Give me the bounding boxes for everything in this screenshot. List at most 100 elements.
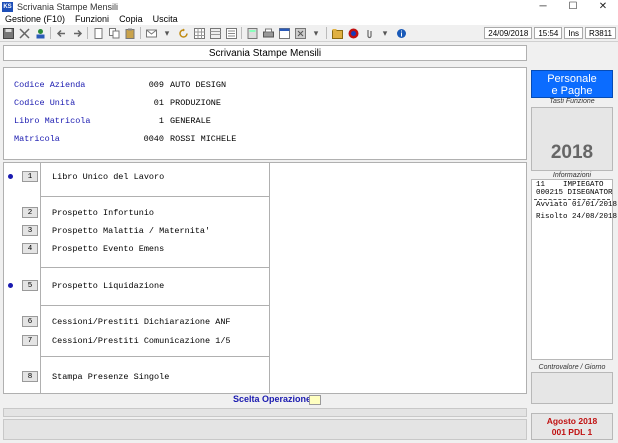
option-label: Stampa Presenze Singole xyxy=(52,372,170,382)
status-time: 15:54 xyxy=(534,27,563,39)
menu-option-6[interactable]: 6 Cessioni/Prestiti Dichiarazione ANF xyxy=(4,315,270,329)
option-number[interactable]: 1 xyxy=(22,171,38,182)
menu-bar: Gestione (F10) Funzioni Copia Uscita xyxy=(0,13,618,25)
menu-copia[interactable]: Copia xyxy=(119,14,143,24)
info-code: 0040 xyxy=(143,134,164,144)
employee-category: 11 IMPIEGATO xyxy=(536,181,604,189)
page-title: Scrivania Stampe Mensili xyxy=(3,45,527,61)
info-value: AUTO DESIGN xyxy=(170,80,227,90)
operations-menu: 1 Libro Unico del Lavoro 2 Prospetto Inf… xyxy=(3,162,527,395)
window-icon[interactable] xyxy=(278,27,290,39)
option-number[interactable]: 4 xyxy=(22,243,38,254)
grid-icon[interactable] xyxy=(193,27,205,39)
info-value: ROSSI MICHELE xyxy=(170,134,237,144)
menu-option-4[interactable]: 4 Prospetto Evento Emens xyxy=(4,242,270,256)
info-code: 01 xyxy=(153,98,164,108)
menu-uscita[interactable]: Uscita xyxy=(153,14,178,24)
more-dropdown-icon[interactable]: ▾ xyxy=(379,27,391,39)
info-value: GENERALE xyxy=(170,116,211,126)
info-code: 1 xyxy=(158,116,164,126)
termination-date: Risolto 24/08/2018 xyxy=(536,213,618,221)
tools-icon[interactable] xyxy=(294,27,306,39)
calendar-caption: Controvalore / Giorno xyxy=(538,364,606,371)
arrow-right-icon[interactable] xyxy=(71,27,83,39)
brand-badge: Personale e Paghe xyxy=(531,70,613,98)
option-number[interactable]: 8 xyxy=(22,371,38,382)
brand-line-1: Personale xyxy=(547,73,597,85)
calculator-icon[interactable] xyxy=(246,27,258,39)
folder-icon[interactable] xyxy=(331,27,343,39)
close-button[interactable]: ✕ xyxy=(588,0,618,13)
attach-icon[interactable] xyxy=(363,27,375,39)
info-label: Codice Unità xyxy=(14,98,76,108)
copy-icon[interactable] xyxy=(108,27,120,39)
info-row-unita: Codice Unità 01 PRODUZIONE xyxy=(14,98,221,110)
option-label: Prospetto Malattia / Maternita' xyxy=(52,226,211,236)
help-icon[interactable] xyxy=(347,27,359,39)
calendar-panel xyxy=(531,372,613,404)
cancel-icon[interactable] xyxy=(18,27,30,39)
info-icon[interactable] xyxy=(395,27,407,39)
status-date: 24/09/2018 xyxy=(484,27,533,39)
period-code: 001 PDL 1 xyxy=(551,427,593,437)
app-logo-icon: KS xyxy=(2,1,13,12)
paste-icon[interactable] xyxy=(124,27,136,39)
brand-line-2: e Paghe xyxy=(551,85,593,97)
menu-gestione[interactable]: Gestione (F10) xyxy=(5,14,65,24)
info-value: PRODUZIONE xyxy=(170,98,222,108)
status-bar xyxy=(3,419,527,440)
option-number[interactable]: 2 xyxy=(22,207,38,218)
print-icon[interactable] xyxy=(262,27,274,39)
dropdown-arrow-icon[interactable]: ▾ xyxy=(161,27,173,39)
option-number[interactable]: 7 xyxy=(22,335,38,346)
menu-option-2[interactable]: 2 Prospetto Infortunio xyxy=(4,206,270,220)
info-label: Libro Matricola xyxy=(14,116,91,126)
option-number[interactable]: 5 xyxy=(22,280,38,291)
toolbar: ▾ ▾ ▾ 24/09/2018 15:54 Ins R3811 xyxy=(0,25,618,42)
year-display: 2018 xyxy=(531,107,613,171)
menu-funzioni[interactable]: Funzioni xyxy=(75,14,109,24)
status-mode: Ins xyxy=(564,27,584,39)
employee-info-panel: Codice Azienda 009 AUTO DESIGN Codice Un… xyxy=(3,67,527,160)
title-bar: KS Scrivania Stampe Mensili ─ ☐ ✕ xyxy=(0,0,618,13)
menu-option-8[interactable]: 8 Stampa Presenze Singole xyxy=(4,370,270,384)
mail-icon[interactable] xyxy=(145,27,157,39)
document-icon[interactable] xyxy=(92,27,104,39)
info-code: 009 xyxy=(148,80,164,90)
window-title: Scrivania Stampe Mensili xyxy=(17,1,119,12)
table-icon[interactable] xyxy=(209,27,221,39)
option-label: Prospetto Infortunio xyxy=(52,208,155,218)
informazioni-caption: Informazioni xyxy=(552,172,592,179)
period-month: Agosto 2018 xyxy=(546,416,598,426)
option-label: Libro Unico del Lavoro xyxy=(52,172,165,182)
options-dropdown-icon[interactable]: ▾ xyxy=(310,27,322,39)
minimize-button[interactable]: ─ xyxy=(528,0,558,13)
arrow-left-icon[interactable] xyxy=(55,27,67,39)
function-keys-caption: Tasti Funzione xyxy=(549,98,595,105)
menu-option-1[interactable]: 1 Libro Unico del Lavoro xyxy=(4,170,270,184)
operation-choice-input[interactable] xyxy=(309,395,321,405)
info-row-libro: Libro Matricola 1 GENERALE xyxy=(14,116,211,128)
menu-option-5[interactable]: 5 Prospetto Liquidazione xyxy=(4,279,270,293)
employee-qualification: 000215 DISEGNATOR xyxy=(536,189,613,197)
info-row-matricola: Matricola 0040 ROSSI MICHELE xyxy=(14,134,236,146)
operation-choice-bar: Scelta Operazione xyxy=(3,394,527,406)
period-display: Agosto 2018 001 PDL 1 xyxy=(531,413,613,440)
user-icon[interactable] xyxy=(34,27,46,39)
menu-option-7[interactable]: 7 Cessioni/Prestiti Comunicazione 1/5 xyxy=(4,334,270,348)
option-label: Prospetto Liquidazione xyxy=(52,281,165,291)
option-number[interactable]: 6 xyxy=(22,316,38,327)
refresh-icon[interactable] xyxy=(177,27,189,39)
option-label: Prospetto Evento Emens xyxy=(52,244,165,254)
list-icon[interactable] xyxy=(225,27,237,39)
option-number[interactable]: 3 xyxy=(22,225,38,236)
operation-choice-label: Scelta Operazione xyxy=(233,394,312,404)
maximize-button[interactable]: ☐ xyxy=(558,0,588,13)
info-label: Codice Azienda xyxy=(14,80,86,90)
info-label: Matricola xyxy=(14,134,60,144)
menu-option-3[interactable]: 3 Prospetto Malattia / Maternita' xyxy=(4,224,270,238)
save-icon[interactable] xyxy=(2,27,14,39)
option-label: Cessioni/Prestiti Comunicazione 1/5 xyxy=(52,336,231,346)
info-row-azienda: Codice Azienda 009 AUTO DESIGN xyxy=(14,80,226,92)
selected-bullet-icon xyxy=(8,174,13,179)
